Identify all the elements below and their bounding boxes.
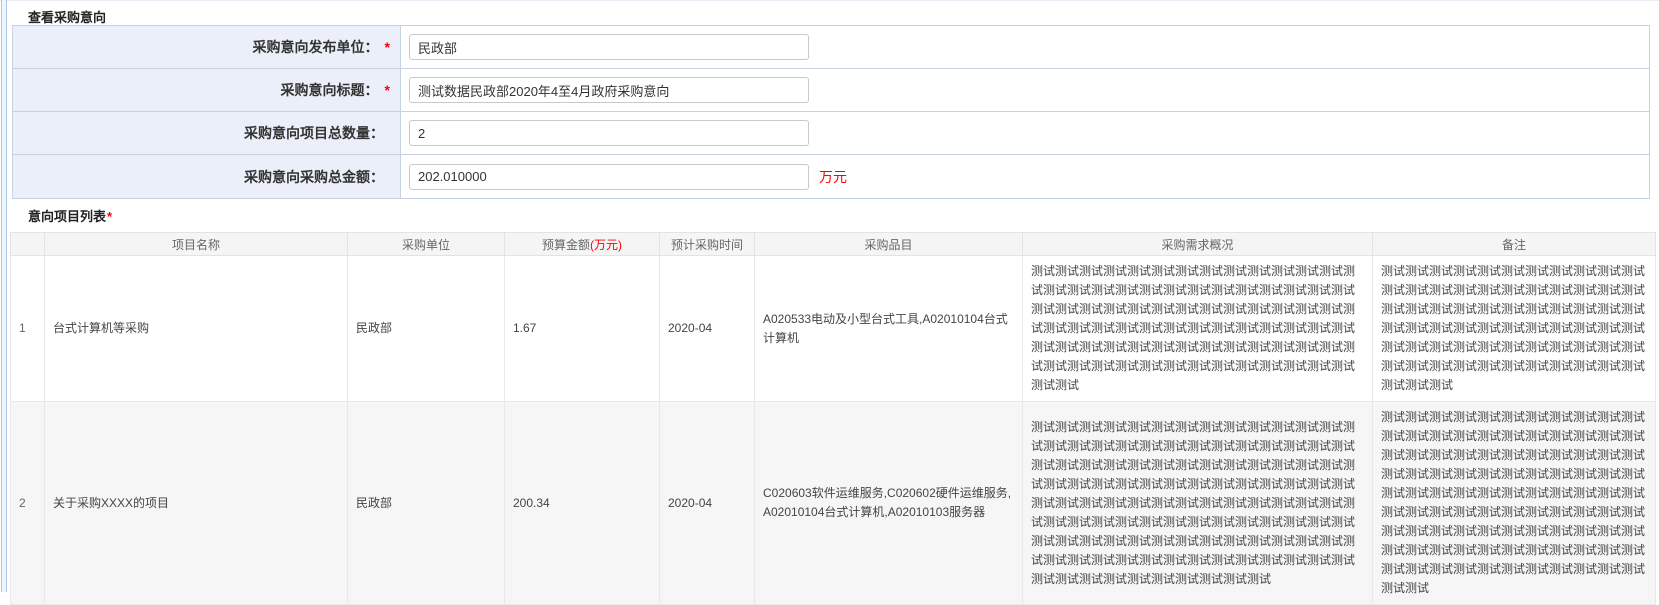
cell-purchase-unit: 民政部 xyxy=(347,255,505,402)
cell-demand-overview: 测试测试测试测试测试测试测试测试测试测试测试测试测试测试测试测试测试测试测试测试… xyxy=(1022,255,1373,402)
amount-unit-label: 万元 xyxy=(819,168,847,185)
form-row-publish-unit: 采购意向发布单位： * xyxy=(13,26,1649,69)
section-title-text: 意向项目列表 xyxy=(28,209,107,224)
required-asterisk: * xyxy=(384,82,390,98)
label-text: 采购意向采购总金额： xyxy=(244,168,384,185)
budget-header-unit: (万元) xyxy=(590,237,622,252)
table-row: 2 关于采购XXXX的项目 民政部 200.34 2020-04 C020603… xyxy=(10,401,1656,605)
col-header-budget: 预算金额(万元) xyxy=(504,232,660,256)
cell-remark: 测试测试测试测试测试测试测试测试测试测试测试测试测试测试测试测试测试测试测试测试… xyxy=(1372,401,1656,605)
col-header-purchase-unit: 采购单位 xyxy=(347,232,505,256)
cell-budget: 200.34 xyxy=(504,401,660,605)
col-header-project-name: 项目名称 xyxy=(44,232,348,256)
field-label: 采购意向项目总数量： xyxy=(13,112,401,154)
left-panel-edge-line xyxy=(6,0,7,592)
required-asterisk: * xyxy=(107,209,113,224)
required-asterisk: * xyxy=(384,39,390,55)
page-title: 查看采购意向 xyxy=(28,10,107,25)
label-text: 采购意向项目总数量： xyxy=(244,125,384,141)
col-header-items: 采购品目 xyxy=(754,232,1023,256)
project-count-input[interactable] xyxy=(409,120,809,146)
form-row-project-count: 采购意向项目总数量： xyxy=(13,112,1649,155)
cell-items: A020533电动及小型台式工具,A02010104台式计算机 xyxy=(754,255,1023,402)
field-area xyxy=(401,112,1649,154)
cell-purchase-unit: 民政部 xyxy=(347,401,505,605)
cell-expected-time: 2020-04 xyxy=(659,401,755,605)
col-header-index xyxy=(10,232,45,256)
project-list-section-title: 意向项目列表* xyxy=(28,206,112,225)
cell-budget: 1.67 xyxy=(504,255,660,402)
col-header-demand-overview: 采购需求概况 xyxy=(1022,232,1373,256)
label-text: 采购意向发布单位： xyxy=(252,39,379,55)
left-panel-edge-line xyxy=(1,0,2,592)
label-text: 采购意向标题： xyxy=(280,82,379,98)
top-divider xyxy=(0,0,1659,1)
publish-unit-input[interactable] xyxy=(409,34,809,60)
field-area xyxy=(401,69,1649,111)
cell-remark: 测试测试测试测试测试测试测试测试测试测试测试测试测试测试测试测试测试测试测试测试… xyxy=(1372,255,1656,402)
field-label: 采购意向标题： * xyxy=(13,69,401,111)
intent-project-table: 项目名称 采购单位 预算金额(万元) 预计采购时间 采购品目 采购需求概况 备注… xyxy=(10,232,1656,605)
field-area xyxy=(401,26,1649,68)
intent-title-input[interactable] xyxy=(409,77,809,103)
table-header-row: 项目名称 采购单位 预算金额(万元) 预计采购时间 采购品目 采购需求概况 备注 xyxy=(10,232,1656,256)
field-label: 采购意向发布单位： * xyxy=(13,26,401,68)
total-amount-input[interactable] xyxy=(409,163,809,190)
form-row-total-amount: 采购意向采购总金额： 万元 xyxy=(13,155,1649,198)
field-label: 采购意向采购总金额： xyxy=(13,155,401,198)
procurement-intent-form: 采购意向发布单位： * 采购意向标题： * 采购意向项目总数量： 采购意向采购总… xyxy=(12,25,1650,199)
budget-header-text: 预算金额 xyxy=(541,237,590,252)
form-row-intent-title: 采购意向标题： * xyxy=(13,69,1649,112)
cell-project-name: 关于采购XXXX的项目 xyxy=(44,401,348,605)
cell-expected-time: 2020-04 xyxy=(659,255,755,402)
cell-demand-overview: 测试测试测试测试测试测试测试测试测试测试测试测试测试测试测试测试测试测试测试测试… xyxy=(1022,401,1373,605)
cell-index: 2 xyxy=(10,401,45,605)
cell-index: 1 xyxy=(10,255,45,402)
cell-project-name: 台式计算机等采购 xyxy=(44,255,348,402)
col-header-remark: 备注 xyxy=(1372,232,1656,256)
col-header-expected-time: 预计采购时间 xyxy=(659,232,755,256)
table-row: 1 台式计算机等采购 民政部 1.67 2020-04 A020533电动及小型… xyxy=(10,255,1656,402)
field-area: 万元 xyxy=(401,155,1649,198)
cell-items: C020603软件运维服务,C020602硬件运维服务,A02010104台式计… xyxy=(754,401,1023,605)
